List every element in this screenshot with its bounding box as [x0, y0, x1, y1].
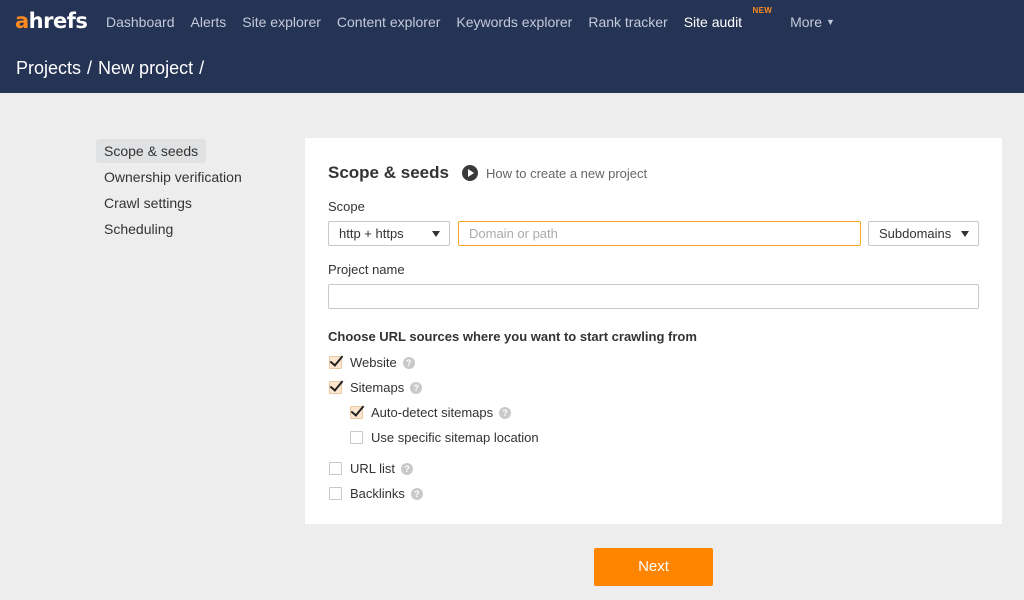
- source-label: Backlinks: [350, 486, 405, 501]
- nav-site-explorer[interactable]: Site explorer: [242, 14, 321, 30]
- question-circle-icon[interactable]: ?: [410, 487, 423, 500]
- logo-text: hrefs: [28, 9, 88, 33]
- nav-site-audit-label: Site audit: [683, 14, 743, 30]
- nav-alerts[interactable]: Alerts: [191, 14, 227, 30]
- checkbox-checked[interactable]: [350, 406, 363, 419]
- source-specific-sitemap[interactable]: Use specific sitemap location: [350, 430, 539, 445]
- nav-dashboard[interactable]: Dashboard: [106, 14, 175, 30]
- breadcrumb: Projects / New project /: [16, 58, 210, 79]
- nav-content-explorer[interactable]: Content explorer: [337, 14, 441, 30]
- nav-links: Dashboard Alerts Site explorer Content e…: [98, 0, 843, 44]
- subdomains-select[interactable]: Subdomains: [868, 221, 979, 246]
- source-website[interactable]: Website ?: [329, 355, 415, 370]
- nav-site-audit[interactable]: Site audit NEW: [683, 6, 772, 30]
- domain-input[interactable]: [458, 221, 861, 246]
- caret-down-icon: ▼: [825, 17, 835, 27]
- breadcrumb-separator: /: [87, 58, 93, 78]
- caret-down-icon: [432, 231, 440, 237]
- project-name-label: Project name: [328, 262, 405, 277]
- nav-rank-tracker[interactable]: Rank tracker: [588, 14, 667, 30]
- scope-seeds-card: Scope & seeds How to create a new projec…: [305, 138, 1002, 524]
- scope-label: Scope: [328, 199, 365, 214]
- breadcrumb-separator: /: [199, 58, 205, 78]
- logo-accent-letter: a: [15, 9, 29, 33]
- nav-keywords-explorer[interactable]: Keywords explorer: [456, 14, 572, 30]
- next-button[interactable]: Next: [594, 548, 713, 586]
- question-circle-icon[interactable]: ?: [401, 462, 414, 475]
- breadcrumb-projects[interactable]: Projects: [16, 58, 81, 78]
- source-label: Website: [350, 355, 397, 370]
- question-circle-icon[interactable]: ?: [499, 406, 512, 419]
- how-to-link[interactable]: How to create a new project: [462, 165, 647, 181]
- protocol-select[interactable]: http + https: [328, 221, 450, 246]
- source-sitemaps[interactable]: Sitemaps ?: [329, 380, 423, 395]
- question-circle-icon[interactable]: ?: [410, 381, 423, 394]
- checkbox-unchecked[interactable]: [350, 431, 363, 444]
- source-label: URL list: [350, 461, 396, 476]
- protocol-select-value: http + https: [339, 226, 404, 241]
- how-to-label: How to create a new project: [486, 165, 648, 181]
- question-circle-icon[interactable]: ?: [402, 356, 415, 369]
- checkbox-checked[interactable]: [329, 356, 342, 369]
- source-backlinks[interactable]: Backlinks ?: [329, 486, 423, 501]
- checkbox-unchecked[interactable]: [329, 487, 342, 500]
- source-auto-detect-sitemaps[interactable]: Auto-detect sitemaps ?: [350, 405, 512, 420]
- source-url-list[interactable]: URL list ?: [329, 461, 414, 476]
- checkbox-unchecked[interactable]: [329, 462, 342, 475]
- checkbox-checked[interactable]: [329, 381, 342, 394]
- nav-more[interactable]: More ▼: [790, 14, 835, 30]
- sidebar-item-crawl-settings[interactable]: Crawl settings: [96, 191, 256, 215]
- source-label: Use specific sitemap location: [371, 430, 539, 445]
- card-title: Scope & seeds: [328, 163, 449, 182]
- top-navbar: ahrefs Dashboard Alerts Site explorer Co…: [0, 0, 1024, 44]
- sidebar-item-ownership-verification[interactable]: Ownership verification: [96, 165, 256, 189]
- nav-more-label: More: [790, 14, 822, 30]
- source-label: Sitemaps: [350, 380, 405, 395]
- subdomains-select-value: Subdomains: [879, 226, 952, 241]
- url-sources-title: Choose URL sources where you want to sta…: [328, 329, 697, 344]
- sidebar-item-scheduling[interactable]: Scheduling: [96, 217, 256, 241]
- sidebar-item-scope-seeds[interactable]: Scope & seeds: [96, 139, 207, 163]
- caret-down-icon: [961, 231, 969, 237]
- new-badge: NEW: [752, 6, 773, 15]
- breadcrumb-bar: Projects / New project /: [0, 44, 1024, 93]
- settings-sidebar: Scope & seeds Ownership verification Cra…: [96, 139, 256, 243]
- ahrefs-logo[interactable]: ahrefs: [15, 9, 88, 33]
- source-label: Auto-detect sitemaps: [371, 405, 494, 420]
- breadcrumb-new-project: New project: [98, 58, 194, 78]
- project-name-input[interactable]: [328, 284, 979, 309]
- play-circle-icon: [462, 165, 478, 181]
